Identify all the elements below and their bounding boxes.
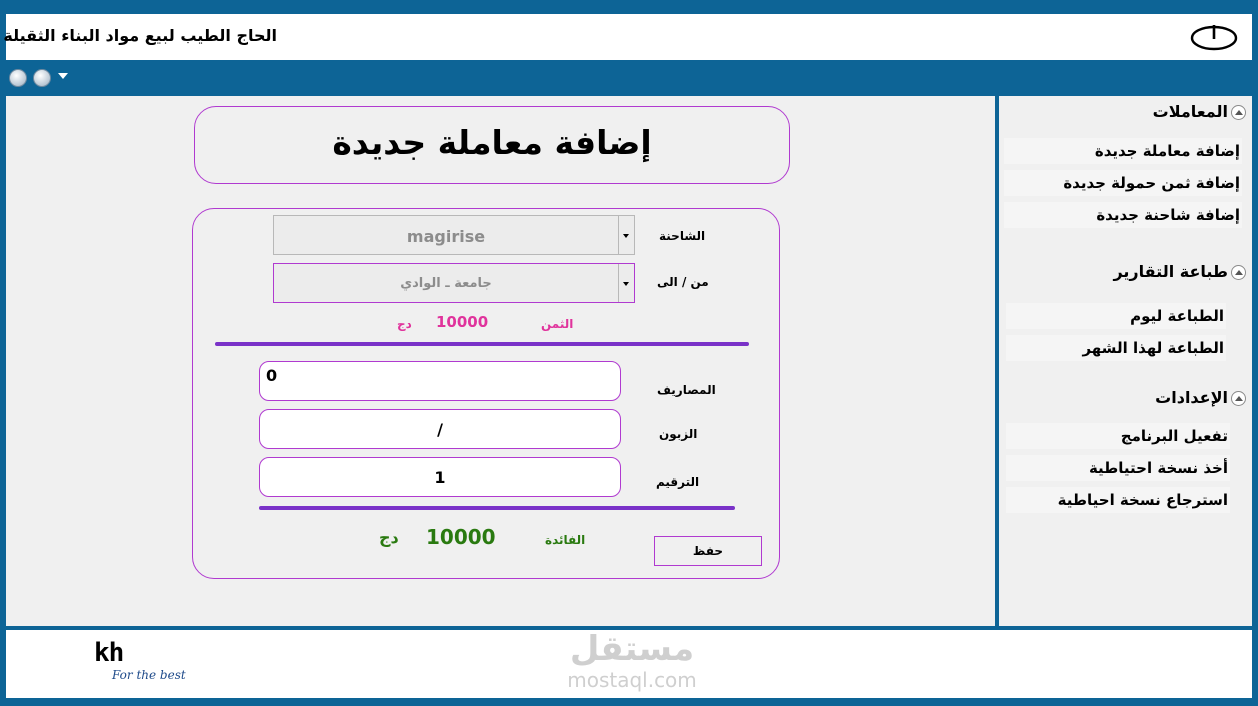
truck-select[interactable]: magirise [273, 215, 635, 255]
truck-select-value: magirise [406, 227, 486, 246]
sidebar-item-print-day[interactable]: الطباعة ليوم [1006, 303, 1226, 329]
customer-field[interactable]: / [259, 409, 621, 449]
title-bar: الحاج الطيب لبيع مواد البناء الثقيلة [3, 14, 1252, 60]
chevron-down-icon[interactable] [618, 264, 634, 302]
page-title: إضافة معاملة جديدة [332, 123, 652, 162]
app-window: الحاج الطيب لبيع مواد البناء الثقيلة إضا… [0, 0, 1258, 706]
tagline: For the best [112, 668, 186, 682]
chevron-up-icon[interactable] [1231, 265, 1246, 280]
expenses-label: المصاريف [657, 383, 716, 397]
section-title-label: الإعدادات [1155, 388, 1228, 407]
sidebar-section-settings[interactable]: الإعدادات [1155, 388, 1246, 407]
chevron-down-icon[interactable] [58, 73, 68, 79]
number-field[interactable]: 1 [259, 457, 621, 497]
profit-label: الفائدة [545, 533, 586, 547]
sidebar: المعاملات إضافة معاملة جديدة إضافة ثمن ح… [999, 96, 1252, 626]
sidebar-item-add-transaction[interactable]: إضافة معاملة جديدة [1004, 138, 1242, 164]
expenses-field[interactable]: 0 [259, 361, 621, 401]
profit-currency: دج [379, 528, 399, 547]
app-title: الحاج الطيب لبيع مواد البناء الثقيلة [3, 26, 277, 45]
number-label: الترقيم [656, 475, 700, 489]
section-title-label: المعاملات [1152, 102, 1228, 121]
sidebar-item-print-month[interactable]: الطباعة لهذا الشهر [1006, 335, 1226, 361]
price-currency: دج [397, 317, 412, 331]
save-button[interactable]: حفظ [654, 536, 762, 566]
profit-value: 10000 [426, 525, 496, 549]
power-icon[interactable] [1189, 22, 1239, 52]
sidebar-item-add-load-price[interactable]: إضافة ثمن حمولة جديدة [1004, 170, 1242, 196]
truck-label: الشاحنة [659, 229, 706, 243]
sidebar-item-activate[interactable]: تفعيل البرنامج [1006, 423, 1230, 449]
main-panel: إضافة معاملة جديدة magirise الشاحنة جامع… [6, 96, 995, 626]
chevron-down-icon[interactable] [618, 216, 634, 254]
route-select[interactable]: جامعة ـ الوادي [273, 263, 635, 303]
footer: kh For the best مستقل mostaql.com [6, 630, 1252, 698]
logo: kh [94, 638, 124, 668]
sidebar-item-restore[interactable]: استرجاع نسخة احياطية [1006, 487, 1230, 513]
navigation-strip [6, 64, 106, 92]
divider [215, 342, 749, 346]
watermark-arabic: مستقل [569, 629, 695, 669]
sidebar-section-reports[interactable]: طباعة التقارير [1113, 262, 1246, 281]
transaction-form: magirise الشاحنة جامعة ـ الوادي من / الى… [192, 208, 780, 579]
section-title-label: طباعة التقارير [1113, 262, 1228, 281]
route-label: من / الى [657, 275, 709, 289]
heading-box: إضافة معاملة جديدة [194, 106, 790, 184]
back-arrow-icon[interactable] [9, 69, 27, 87]
sidebar-item-add-truck[interactable]: إضافة شاحنة جديدة [1004, 202, 1242, 228]
forward-arrow-icon[interactable] [33, 69, 51, 87]
price-value: 10000 [436, 313, 489, 331]
watermark: مستقل mostaql.com [552, 630, 712, 698]
chevron-up-icon[interactable] [1231, 105, 1246, 120]
sidebar-item-backup[interactable]: أخذ نسخة احتياطية [1006, 455, 1230, 481]
watermark-english: mostaql.com [567, 668, 697, 692]
chevron-up-icon[interactable] [1231, 391, 1246, 406]
sidebar-section-transactions[interactable]: المعاملات [1153, 102, 1246, 121]
divider [259, 506, 735, 510]
price-label: الثمن [541, 317, 574, 331]
route-select-value: جامعة ـ الوادي [400, 276, 492, 291]
customer-label: الزبون [659, 427, 698, 441]
